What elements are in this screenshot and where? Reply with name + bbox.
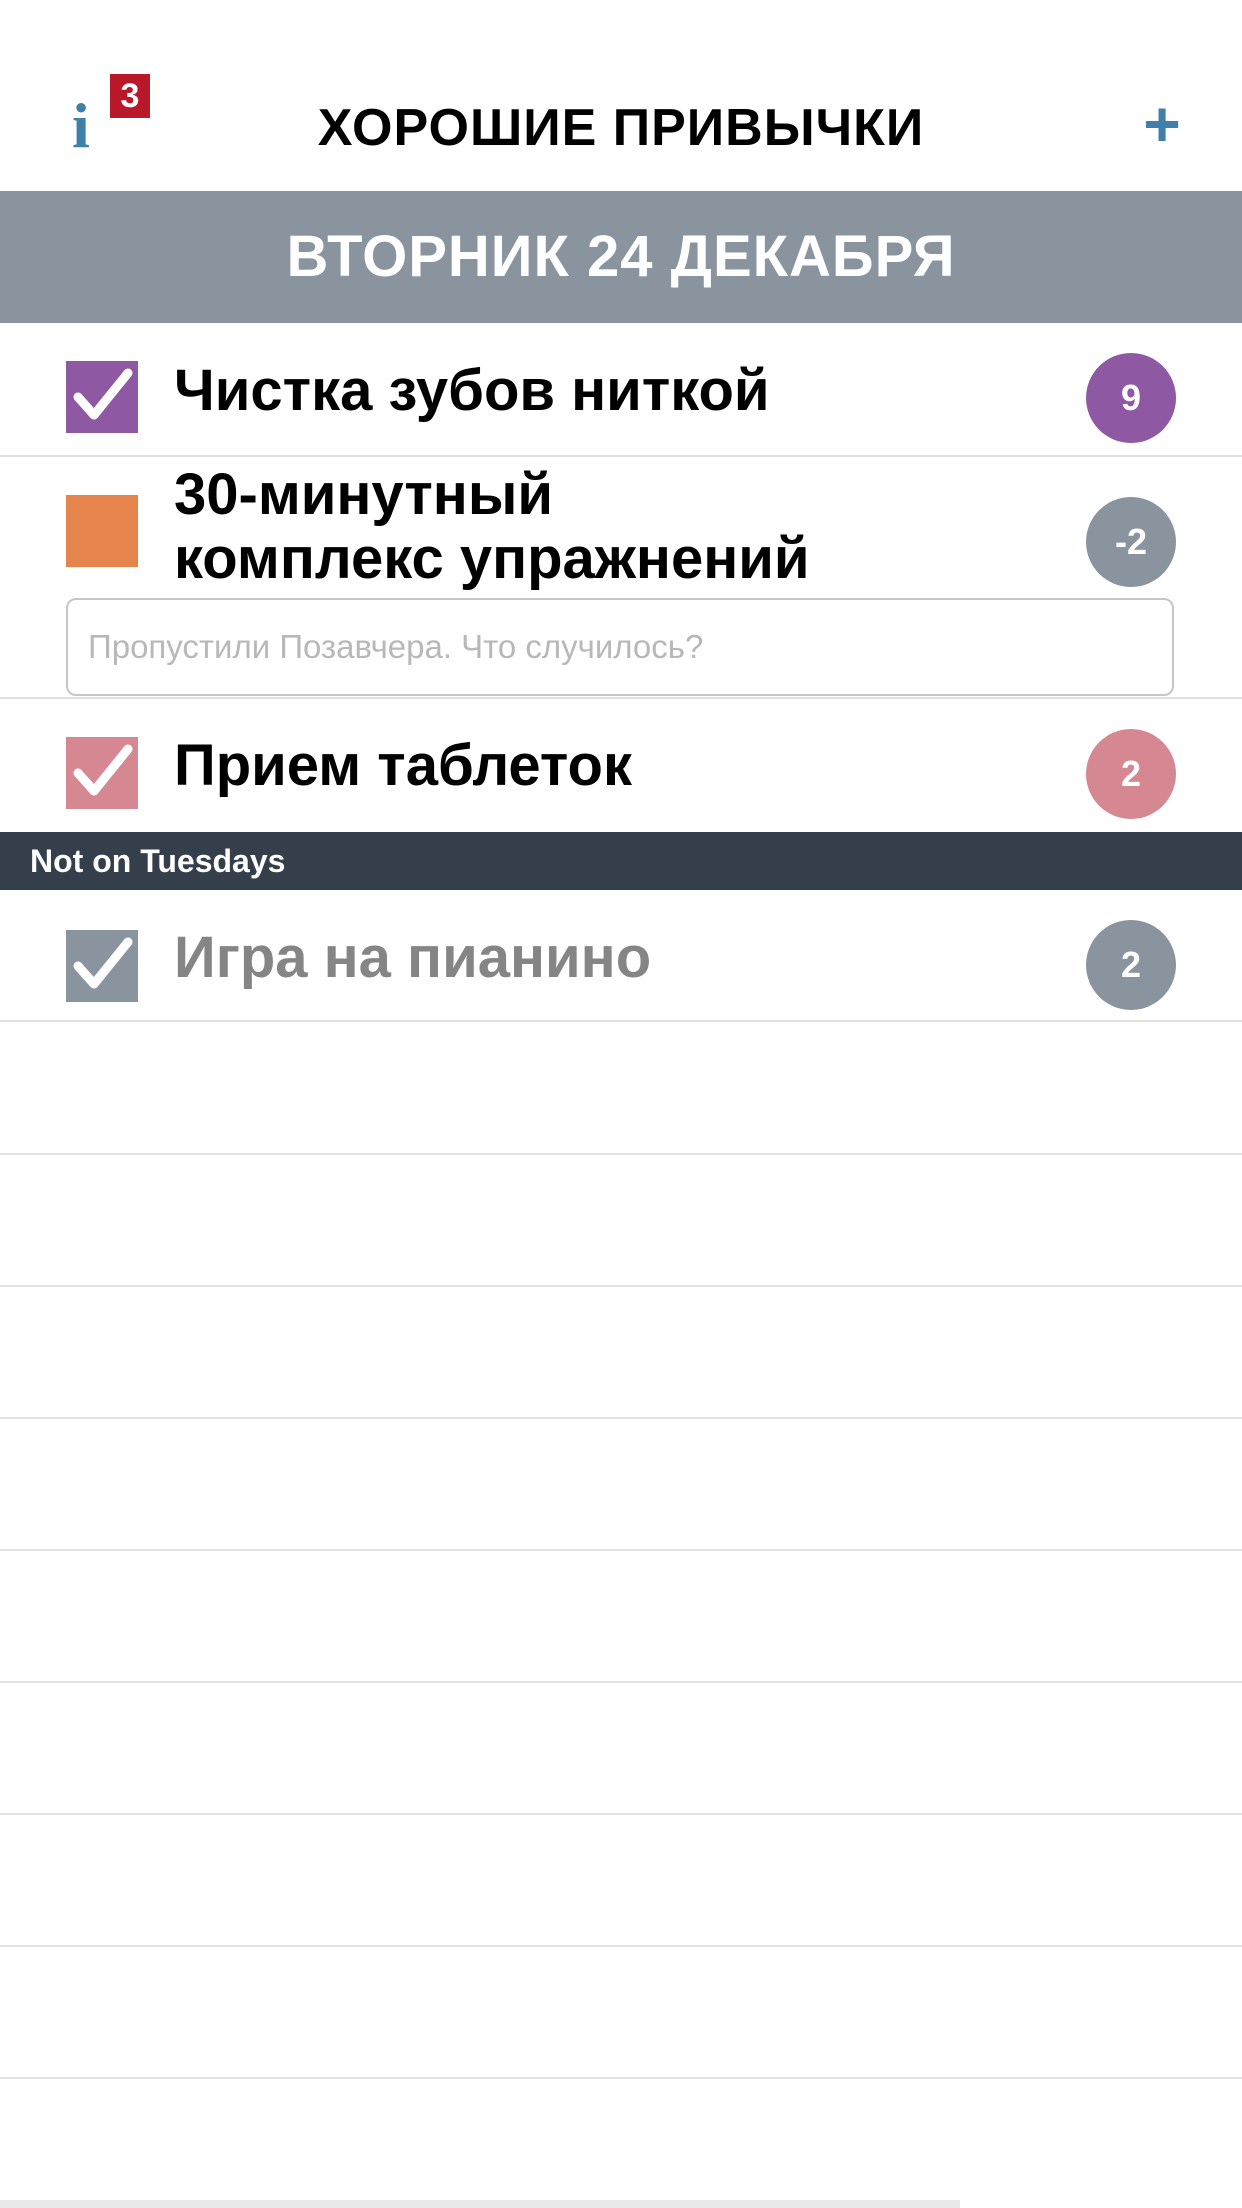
checkbox-checked[interactable] — [66, 361, 138, 433]
date-header: ВТОРНИК 24 ДЕКАБРЯ — [0, 191, 1242, 323]
streak-count-badge: 2 — [1086, 729, 1176, 819]
empty-square-icon — [66, 495, 138, 567]
streak-count-badge: -2 — [1086, 497, 1176, 587]
checkbox-checked[interactable] — [66, 930, 138, 1002]
habit-name: Игра на пианино — [174, 925, 652, 990]
row-divider — [0, 2077, 1242, 2079]
habit-name: Чистка зубов ниткой — [174, 358, 770, 423]
checkbox-unchecked[interactable] — [66, 495, 138, 567]
checkmark-icon — [66, 361, 138, 433]
row-divider — [0, 1945, 1242, 1947]
row-divider — [0, 1681, 1242, 1683]
streak-count-badge: 9 — [1086, 353, 1176, 443]
streak-count-badge: 2 — [1086, 920, 1176, 1010]
row-divider — [0, 1153, 1242, 1155]
section-title: Not on Tuesdays — [30, 843, 286, 879]
add-habit-button[interactable]: + — [1136, 92, 1188, 156]
habit-row-floss[interactable]: Чистка зубов ниткой 9 — [0, 323, 1242, 457]
habit-row-piano[interactable]: Игра на пианино 2 — [0, 890, 1242, 1022]
checkmark-icon — [66, 737, 138, 809]
row-divider — [0, 1417, 1242, 1419]
habit-name: Прием таблеток — [174, 733, 632, 798]
habit-name-line2: комплекс упражнений — [174, 526, 810, 591]
bottom-edge — [0, 2200, 960, 2208]
habit-name-line1: 30-минутный — [174, 462, 554, 527]
checkbox-checked[interactable] — [66, 737, 138, 809]
missed-note-input[interactable] — [66, 598, 1174, 696]
row-divider — [0, 1549, 1242, 1551]
checkmark-icon — [66, 930, 138, 1002]
page-title: ХОРОШИЕ ПРИВЫЧКИ — [317, 99, 925, 157]
row-divider — [0, 1285, 1242, 1287]
habit-row-pills[interactable]: Прием таблеток 2 — [0, 699, 1242, 832]
row-divider — [0, 1813, 1242, 1815]
section-header: Not on Tuesdays — [0, 832, 1242, 890]
nav-header: i 3 ХОРОШИЕ ПРИВЫЧКИ + — [0, 0, 1242, 190]
